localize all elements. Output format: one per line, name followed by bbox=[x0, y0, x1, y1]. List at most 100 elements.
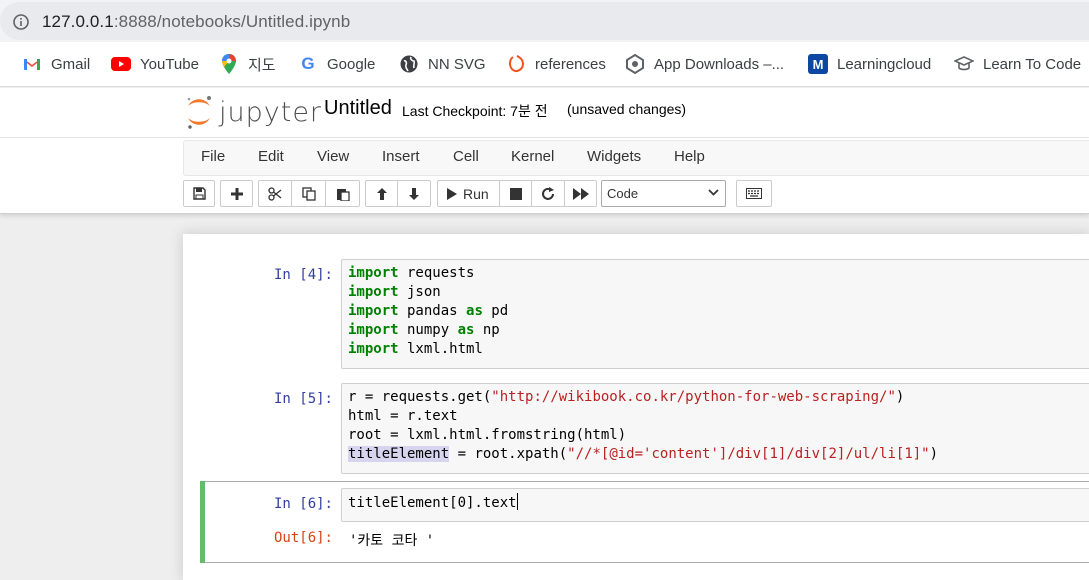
paste-icon bbox=[336, 188, 350, 201]
menu-view[interactable]: View bbox=[317, 148, 349, 165]
bookmark-google[interactable]: G Google bbox=[298, 54, 375, 74]
edit-mode-indicator bbox=[200, 481, 205, 563]
jupyter-logo[interactable]: jupyter bbox=[185, 94, 322, 130]
run-label: Run bbox=[463, 185, 489, 202]
references-icon bbox=[506, 54, 526, 74]
cell-type-value: Code bbox=[607, 186, 639, 201]
globe-icon bbox=[399, 54, 419, 74]
move-cell-up-button[interactable] bbox=[365, 180, 398, 207]
move-cell-down-button[interactable] bbox=[397, 180, 431, 207]
cut-cell-button[interactable] bbox=[258, 180, 292, 207]
autosave-status: (unsaved changes) bbox=[567, 101, 687, 117]
chevron-down-icon bbox=[708, 189, 719, 196]
scissors-icon bbox=[268, 186, 282, 201]
menu-help[interactable]: Help bbox=[674, 148, 705, 165]
code-editor[interactable]: import requests import json import panda… bbox=[342, 260, 1089, 359]
bookmark-learn-to-code[interactable]: Learn To Code bbox=[954, 54, 1081, 74]
save-button[interactable] bbox=[183, 180, 215, 207]
copy-cell-button[interactable] bbox=[291, 180, 326, 207]
jupyter-logo-icon bbox=[187, 96, 211, 129]
menu-widgets[interactable]: Widgets bbox=[587, 148, 641, 165]
gmail-icon bbox=[22, 54, 42, 74]
interrupt-kernel-button[interactable] bbox=[499, 180, 532, 207]
bookmark-label: YouTube bbox=[140, 55, 199, 73]
play-icon bbox=[447, 187, 457, 200]
command-palette-button[interactable] bbox=[736, 180, 772, 207]
restart-icon bbox=[542, 186, 554, 200]
keyboard-icon bbox=[746, 188, 762, 199]
code-line: import numpy as np bbox=[348, 322, 500, 338]
menubar: File Edit View Insert Cell Kernel Widget… bbox=[183, 140, 1089, 176]
code-cell-input[interactable]: r = requests.get("http://wikibook.co.kr/… bbox=[341, 383, 1089, 474]
bookmarks-bar: Gmail YouTube 지도 G Google NN SVG referenc… bbox=[0, 42, 1089, 87]
cell-output: '카토 코타 ' bbox=[349, 533, 435, 549]
code-line: titleElement[0].text bbox=[348, 495, 517, 511]
bookmark-label: Learningcloud bbox=[837, 55, 932, 73]
code-editor[interactable]: r = requests.get("http://wikibook.co.kr/… bbox=[342, 384, 1089, 464]
output-prompt: Out[6]: bbox=[273, 530, 333, 546]
url-host: 127.0.0.1 bbox=[42, 12, 114, 31]
last-checkpoint: Last Checkpoint: 7분 전 bbox=[402, 103, 548, 119]
svg-text:M: M bbox=[813, 57, 824, 72]
code-cell-input[interactable]: import requests import json import panda… bbox=[341, 259, 1089, 369]
bookmark-app-downloads[interactable]: App Downloads –... bbox=[625, 54, 784, 74]
bookmark-learningcloud[interactable]: M Learningcloud bbox=[808, 54, 931, 74]
menu-insert[interactable]: Insert bbox=[382, 148, 420, 165]
bookmark-maps[interactable]: 지도 bbox=[219, 54, 276, 74]
fast-forward-icon bbox=[572, 187, 589, 200]
graduation-cap-icon bbox=[954, 54, 974, 74]
input-prompt: In [4]: bbox=[273, 267, 333, 283]
code-cell-input[interactable]: titleElement[0].text bbox=[341, 488, 1089, 522]
bookmark-label: App Downloads –... bbox=[654, 55, 785, 73]
menu-kernel[interactable]: Kernel bbox=[511, 148, 554, 165]
bookmark-nn-svg[interactable]: NN SVG bbox=[399, 54, 486, 74]
run-button[interactable]: Run bbox=[437, 180, 500, 207]
jupyter-header: jupyter Untitled Last Checkpoint: 7분 전 (… bbox=[0, 88, 1089, 138]
insert-cell-below-button[interactable] bbox=[220, 180, 253, 207]
bookmark-label: references bbox=[535, 55, 606, 73]
code-line: import lxml.html bbox=[348, 341, 483, 357]
app-downloads-icon bbox=[625, 54, 645, 74]
copy-icon bbox=[301, 186, 316, 201]
input-prompt: In [5]: bbox=[273, 391, 333, 407]
code-line: import pandas as pd bbox=[348, 303, 509, 319]
menu-edit[interactable]: Edit bbox=[258, 148, 284, 165]
bookmark-youtube[interactable]: YouTube bbox=[111, 54, 199, 74]
youtube-icon bbox=[111, 54, 131, 74]
code-line: import requests bbox=[348, 265, 475, 281]
code-line: r = requests.get("http://wikibook.co.kr/… bbox=[348, 389, 905, 405]
paste-cell-button[interactable] bbox=[325, 180, 360, 207]
bookmark-label: Google bbox=[327, 55, 376, 73]
cell-type-select[interactable]: Code bbox=[601, 180, 726, 207]
info-icon[interactable] bbox=[13, 14, 29, 30]
google-g-icon: G bbox=[301, 54, 315, 73]
bookmark-label: 지도 bbox=[248, 56, 276, 74]
arrow-up-icon bbox=[376, 187, 387, 200]
maps-pin-icon bbox=[219, 54, 239, 74]
bookmark-label: Learn To Code bbox=[983, 55, 1082, 73]
restart-run-all-button[interactable] bbox=[564, 180, 597, 207]
code-line: html = r.text bbox=[348, 408, 458, 424]
code-line: root = lxml.html.fromstring(html) bbox=[348, 427, 627, 443]
save-icon bbox=[192, 187, 206, 200]
browser-address-bar: 127.0.0.1:8888/notebooks/Untitled.ipynb bbox=[0, 0, 1089, 42]
text-cursor bbox=[516, 493, 518, 510]
code-editor[interactable]: titleElement[0].text bbox=[342, 489, 1089, 513]
code-line: import json bbox=[348, 284, 441, 300]
menu-toolbar-area: File Edit View Insert Cell Kernel Widget… bbox=[0, 138, 1089, 214]
code-line: titleElement = root.xpath("//*[@id='cont… bbox=[348, 446, 939, 462]
url-text[interactable]: 127.0.0.1:8888/notebooks/Untitled.ipynb bbox=[42, 12, 350, 32]
bookmark-gmail[interactable]: Gmail bbox=[22, 54, 90, 74]
bookmark-references[interactable]: references bbox=[506, 54, 606, 74]
input-prompt: In [6]: bbox=[273, 496, 333, 512]
omnibox[interactable]: 127.0.0.1:8888/notebooks/Untitled.ipynb bbox=[0, 2, 1089, 40]
jupyter-logo-text: jupyter bbox=[219, 96, 323, 128]
bookmark-label: Gmail bbox=[51, 55, 91, 73]
menu-file[interactable]: File bbox=[201, 148, 225, 165]
restart-kernel-button[interactable] bbox=[531, 180, 565, 207]
menu-cell[interactable]: Cell bbox=[453, 148, 479, 165]
notebook-name[interactable]: Untitled bbox=[324, 97, 392, 120]
stop-icon bbox=[509, 187, 522, 200]
learningcloud-icon: M bbox=[808, 54, 828, 74]
bookmark-label: NN SVG bbox=[428, 55, 486, 73]
